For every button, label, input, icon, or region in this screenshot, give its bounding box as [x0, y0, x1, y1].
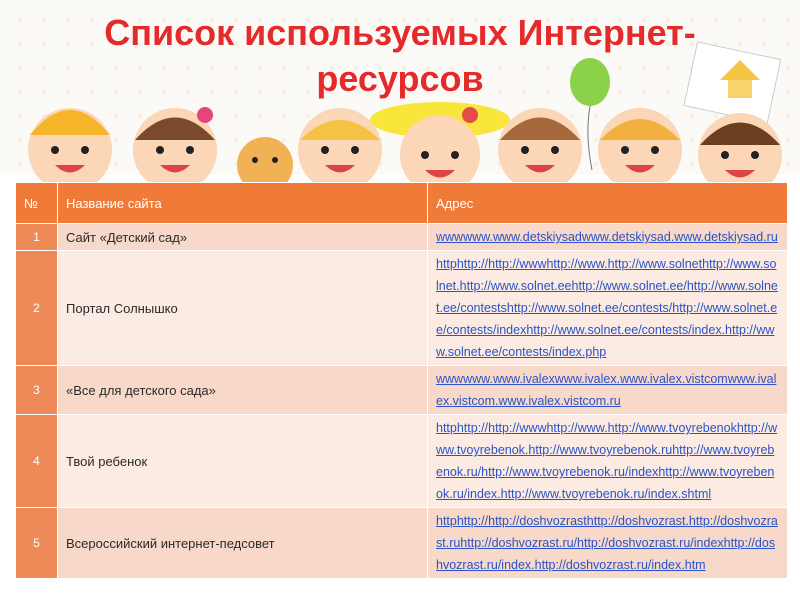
site-address-link[interactable]: httphttp://http://wwwhttp://www.http://w… — [427, 250, 787, 366]
site-address-link[interactable]: wwwwww.www.detskiysadwww.detskiysad.www.… — [427, 223, 787, 251]
table-row: 4 Твой ребенок httphttp://http://wwwhttp… — [15, 414, 787, 508]
site-address-text[interactable]: httphttp://http://doshvozrasthttp://dosh… — [436, 514, 778, 572]
table-row: 5 Всероссийский интернет-педсовет httpht… — [15, 507, 787, 579]
table-header-row: № Название сайта Адрес — [15, 182, 787, 224]
row-number: 5 — [15, 507, 58, 579]
column-header-address: Адрес — [427, 182, 787, 224]
site-name: Всероссийский интернет-педсовет — [57, 507, 428, 579]
site-name: Твой ребенок — [57, 414, 428, 508]
slide-title: Список используемых Интернет- ресурсов — [0, 10, 800, 102]
column-header-name: Название сайта — [57, 182, 428, 224]
resources-table-container: № Название сайта Адрес 1 Сайт «Детский с… — [15, 182, 787, 600]
site-address-text[interactable]: wwwwww.www.detskiysadwww.detskiysad.www.… — [436, 230, 778, 244]
site-name: Сайт «Детский сад» — [57, 223, 428, 251]
table-row: 2 Портал Солнышко httphttp://http://wwwh… — [15, 250, 787, 366]
site-address-text[interactable]: httphttp://http://wwwhttp://www.http://w… — [436, 421, 777, 501]
site-name: «Все для детского сада» — [57, 365, 428, 415]
table-row: 1 Сайт «Детский сад» wwwwww.www.detskiys… — [15, 223, 787, 251]
slide-title-line2: ресурсов — [316, 58, 484, 99]
site-address-text[interactable]: httphttp://http://wwwhttp://www.http://w… — [436, 257, 778, 359]
site-address-link[interactable]: wwwwww.www.ivalexwww.ivalex.www.ivalex.v… — [427, 365, 787, 415]
slide-title-line1: Список используемых Интернет- — [104, 12, 696, 53]
site-address-text[interactable]: wwwwww.www.ivalexwww.ivalex.www.ivalex.v… — [436, 372, 776, 408]
row-number: 2 — [15, 250, 58, 366]
column-header-number: № — [15, 182, 58, 224]
row-number: 4 — [15, 414, 58, 508]
site-name: Портал Солнышко — [57, 250, 428, 366]
resources-table: № Название сайта Адрес 1 Сайт «Детский с… — [15, 182, 787, 579]
site-address-link[interactable]: httphttp://http://doshvozrasthttp://dosh… — [427, 507, 787, 579]
row-number: 3 — [15, 365, 58, 415]
row-number: 1 — [15, 223, 58, 251]
site-address-link[interactable]: httphttp://http://wwwhttp://www.http://w… — [427, 414, 787, 508]
table-row: 3 «Все для детского сада» wwwwww.www.iva… — [15, 365, 787, 415]
